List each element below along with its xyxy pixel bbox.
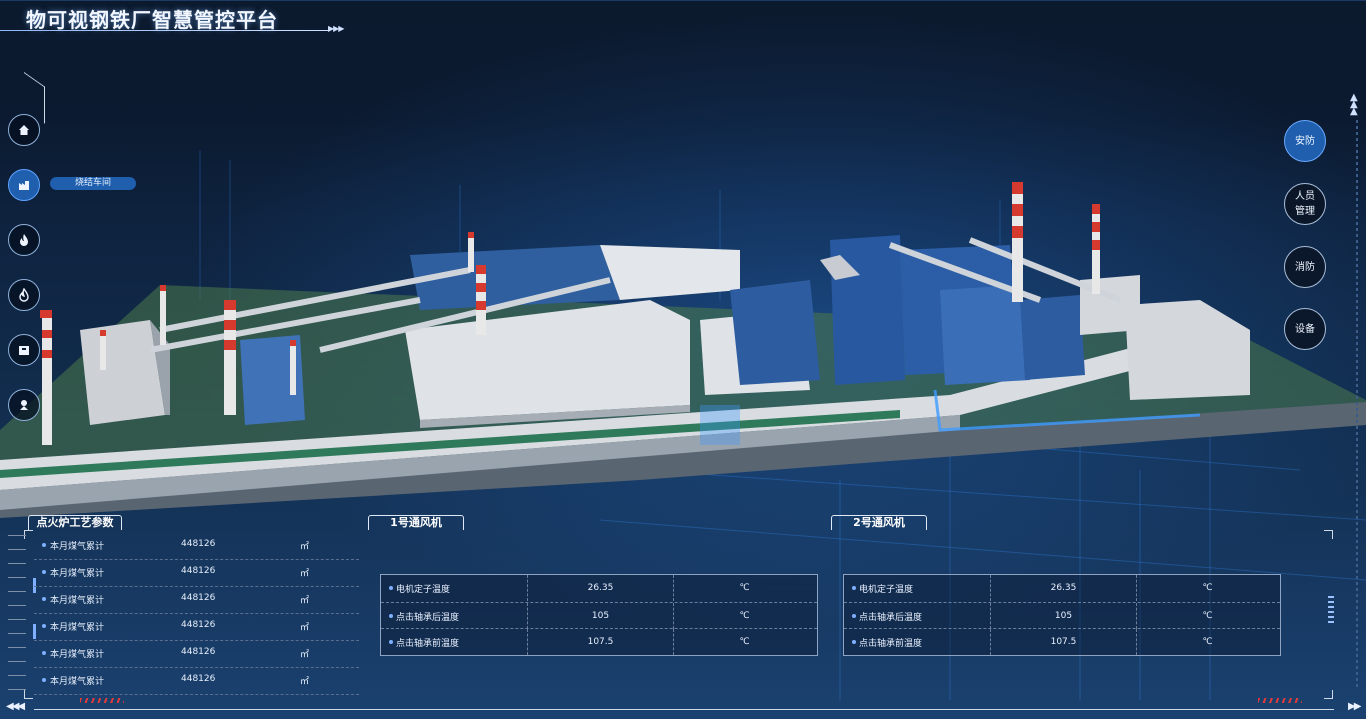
left-axis-ticks: [8, 535, 26, 695]
list-item[interactable]: 本月煤气累计 448126 ㎡: [34, 559, 359, 587]
row-value: 105: [990, 603, 1137, 629]
list-item[interactable]: 本月煤气累计 448126 ㎡: [34, 667, 359, 695]
bullet-icon: [42, 651, 46, 655]
bullet-icon: [389, 614, 393, 618]
fan2-title: 2号通风机: [831, 515, 927, 530]
row-label: 点击轴承后温度: [859, 613, 923, 623]
row-value: 448126: [181, 647, 216, 657]
row-unit: ℃: [1202, 637, 1213, 647]
row-unit: ℃: [1202, 611, 1213, 621]
row-value: 448126: [181, 566, 216, 576]
nav-security-button[interactable]: 安防: [1284, 120, 1326, 162]
row-unit: ℃: [1202, 583, 1213, 593]
list-item[interactable]: 本月煤气累计 448126 ㎡: [34, 586, 359, 614]
row-label: 本月煤气累计: [50, 542, 105, 552]
flame-icon: [19, 288, 29, 302]
row-unit: ㎡: [300, 677, 310, 687]
row-label: 点击轴承前温度: [396, 639, 460, 649]
list-item[interactable]: 本月煤气累计 448126 ㎡: [34, 532, 359, 560]
row-value: 26.35: [990, 575, 1137, 601]
title-arrows-icon: ▶▶▶: [328, 24, 345, 33]
fire-icon: [20, 234, 28, 246]
row-value: 107.5: [990, 629, 1137, 655]
bullet-icon: [852, 586, 856, 590]
row-value: 107.5: [527, 629, 674, 655]
nav-home-button[interactable]: [8, 114, 40, 146]
arrow-right-icon[interactable]: ▶▶: [1348, 701, 1361, 712]
row-unit: ㎡: [300, 569, 310, 579]
nav-fire-button[interactable]: [8, 224, 40, 256]
row-label: 本月煤气累计: [50, 650, 105, 660]
row-label: 本月煤气累计: [50, 623, 105, 633]
bullet-icon: [852, 640, 856, 644]
table-row[interactable]: 点击轴承前温度 107.5 ℃: [381, 628, 817, 655]
row-unit: ㎡: [300, 623, 310, 633]
red-dash-decoration: [1258, 698, 1302, 703]
page-title: 物可视钢铁厂智慧管控平台: [26, 8, 278, 32]
table-row[interactable]: 电机定子温度 26.35 ℃: [844, 575, 1280, 601]
process-panel-title: 点火炉工艺参数: [28, 515, 122, 530]
row-value: 105: [527, 603, 674, 629]
row-unit: ℃: [739, 611, 750, 621]
nav-box-button[interactable]: [8, 334, 40, 366]
red-dash-decoration: [80, 698, 124, 703]
bottom-line: [34, 709, 1334, 710]
title-underline: [0, 30, 330, 31]
nav-flame-button[interactable]: [8, 279, 40, 311]
row-unit: ℃: [739, 637, 750, 647]
row-label: 电机定子温度: [859, 585, 914, 595]
row-value: 448126: [181, 620, 216, 630]
list-item[interactable]: 本月煤气累计 448126 ㎡: [34, 613, 359, 641]
fan1-title: 1号通风机: [368, 515, 464, 530]
arrow-left-icon[interactable]: ◀◀◀: [6, 701, 25, 712]
row-label: 本月煤气累计: [50, 596, 105, 606]
nav-personnel-button[interactable]: 人员 管理: [1284, 183, 1326, 225]
row-value: 448126: [181, 539, 216, 549]
row-value: 448126: [181, 593, 216, 603]
right-tick-decoration: [1328, 596, 1334, 626]
nav-firefighting-button[interactable]: 消防: [1284, 246, 1326, 288]
bullet-icon: [42, 543, 46, 547]
row-unit: ℃: [739, 583, 750, 593]
table-row[interactable]: 电机定子温度 26.35 ℃: [381, 575, 817, 601]
location-icon: [20, 400, 28, 410]
bullet-icon: [389, 586, 393, 590]
bullet-icon: [389, 640, 393, 644]
scroll-up-icon[interactable]: ▲ ▲ ▲: [1350, 93, 1358, 117]
nav-factory-button[interactable]: [8, 169, 40, 201]
row-value: 448126: [181, 674, 216, 684]
nav-active-tag[interactable]: 烧结车间: [50, 177, 136, 190]
bullet-icon: [852, 614, 856, 618]
nav-location-button[interactable]: [8, 389, 40, 421]
table-row[interactable]: 点击轴承后温度 105 ℃: [844, 602, 1280, 629]
row-label: 电机定子温度: [396, 585, 451, 595]
row-unit: ㎡: [300, 596, 310, 606]
row-label: 本月煤气累计: [50, 677, 105, 687]
box-icon: [19, 346, 29, 355]
home-icon: [19, 125, 29, 135]
row-label: 点击轴承前温度: [859, 639, 923, 649]
table-row[interactable]: 点击轴承后温度 105 ℃: [381, 602, 817, 629]
table-row[interactable]: 点击轴承前温度 107.5 ℃: [844, 628, 1280, 655]
list-item[interactable]: 本月煤气累计 448126 ㎡: [34, 640, 359, 668]
right-rail: [1356, 120, 1358, 690]
bullet-icon: [42, 678, 46, 682]
fan1-table: 电机定子温度 26.35 ℃ 点击轴承后温度 105 ℃ 点击轴承前温度 107…: [380, 574, 818, 656]
row-label: 点击轴承后温度: [396, 613, 460, 623]
bullet-icon: [42, 624, 46, 628]
fan2-table: 电机定子温度 26.35 ℃ 点击轴承后温度 105 ℃ 点击轴承前温度 107…: [843, 574, 1281, 656]
nav-equipment-button[interactable]: 设备: [1284, 308, 1326, 350]
bullet-icon: [42, 597, 46, 601]
panel-corner: [24, 690, 33, 699]
panel-corner: [1324, 530, 1333, 539]
row-value: 26.35: [527, 575, 674, 601]
panel-corner: [1324, 690, 1333, 699]
factory-icon: [19, 181, 29, 190]
row-label: 本月煤气累计: [50, 569, 105, 579]
bullet-icon: [42, 570, 46, 574]
row-unit: ㎡: [300, 650, 310, 660]
row-unit: ㎡: [300, 542, 310, 552]
